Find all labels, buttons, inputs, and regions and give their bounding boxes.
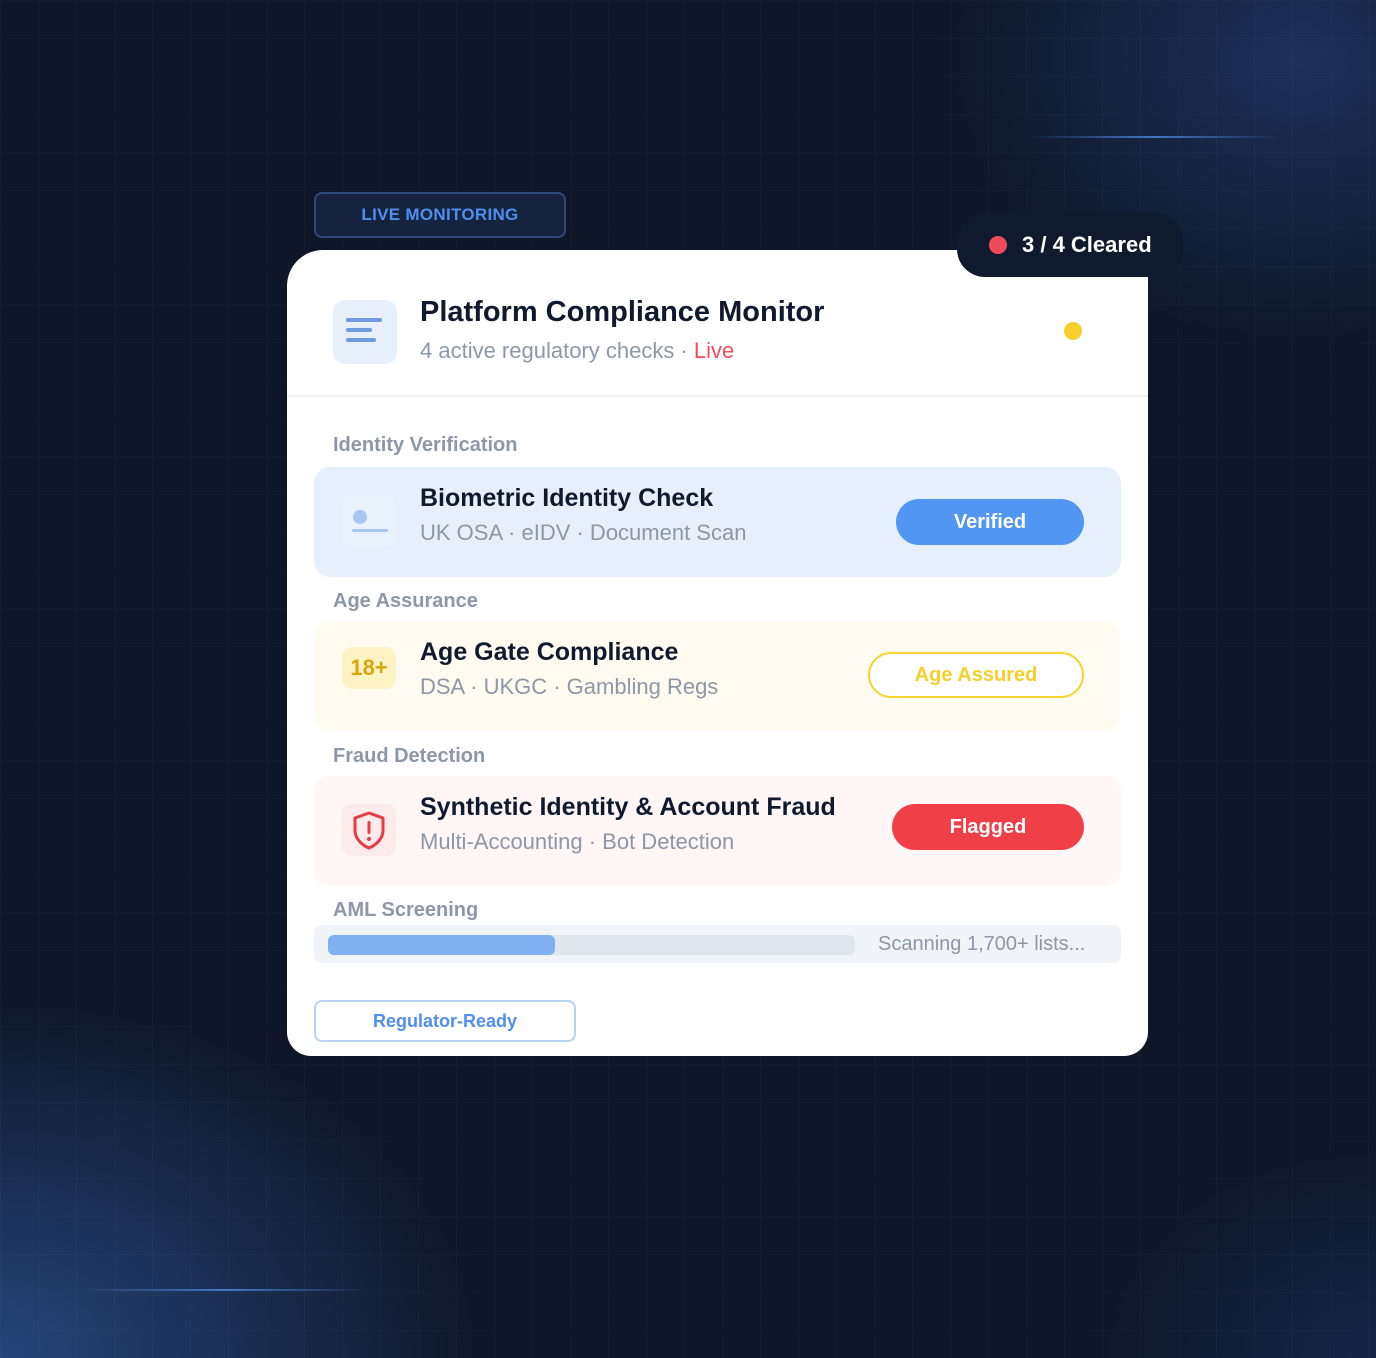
aml-progress-track (328, 935, 855, 955)
cleared-status-dot-icon (989, 236, 1007, 254)
decorative-glow-line-bottom (80, 1289, 370, 1291)
check-row-biometric[interactable]: Biometric Identity Check UK OSA · eIDV ·… (314, 467, 1121, 577)
subtitle-text: 4 active regulatory checks · (420, 338, 694, 363)
aml-progress-panel: Scanning 1,700+ lists... (314, 925, 1121, 963)
check-row-fraud[interactable]: Synthetic Identity & Account Fraud Multi… (314, 776, 1121, 886)
age-18-icon: 18+ (342, 647, 396, 689)
check-title: Age Gate Compliance (420, 638, 679, 666)
flagged-badge[interactable]: Flagged (892, 804, 1084, 850)
status-dot-icon (1064, 322, 1082, 340)
regulator-ready-button[interactable]: Regulator-Ready (314, 1000, 576, 1042)
shield-alert-icon (342, 804, 396, 856)
section-label-identity: Identity Verification (333, 434, 518, 456)
check-meta: DSA · UKGC · Gambling Regs (420, 674, 719, 699)
cleared-count-text: 3 / 4 Cleared (1022, 232, 1152, 257)
live-indicator: Live (693, 338, 735, 363)
verified-badge[interactable]: Verified (896, 499, 1084, 545)
page-title: Platform Compliance Monitor (420, 296, 825, 328)
section-label-age: Age Assurance (333, 590, 478, 612)
menu-lines-icon[interactable] (333, 300, 397, 364)
check-meta: Multi-Accounting · Bot Detection (420, 829, 735, 854)
id-card-icon (342, 495, 396, 547)
age-assured-badge[interactable]: Age Assured (868, 652, 1084, 698)
check-meta: UK OSA · eIDV · Document Scan (420, 520, 747, 545)
check-row-age-gate[interactable]: 18+ Age Gate Compliance DSA · UKGC · Gam… (314, 621, 1121, 731)
live-monitoring-tag: LIVE MONITORING (314, 192, 566, 238)
section-label-fraud: Fraud Detection (333, 745, 486, 767)
decorative-glow-line-top (1030, 136, 1280, 138)
check-title: Synthetic Identity & Account Fraud (420, 793, 836, 821)
section-label-aml: AML Screening (333, 899, 479, 921)
check-title: Biometric Identity Check (420, 484, 714, 512)
compliance-monitor-card: Platform Compliance Monitor 4 active reg… (287, 250, 1148, 1056)
aml-status-text: Scanning 1,700+ lists... (878, 933, 1086, 955)
cleared-count-badge: 3 / 4 Cleared (957, 213, 1183, 277)
aml-progress-fill (328, 935, 555, 955)
page-subtitle: 4 active regulatory checks · Live (420, 338, 734, 364)
